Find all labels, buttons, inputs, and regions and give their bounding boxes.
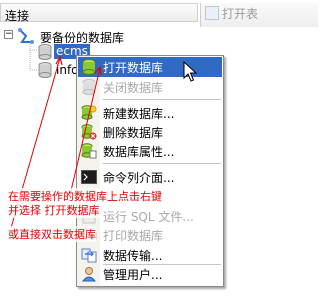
annotation-arrow	[10, 55, 102, 229]
annotation-line-2: 并选择 打开数据库	[8, 202, 100, 218]
annotation-line-3: 或直接双击数据库	[8, 226, 96, 242]
